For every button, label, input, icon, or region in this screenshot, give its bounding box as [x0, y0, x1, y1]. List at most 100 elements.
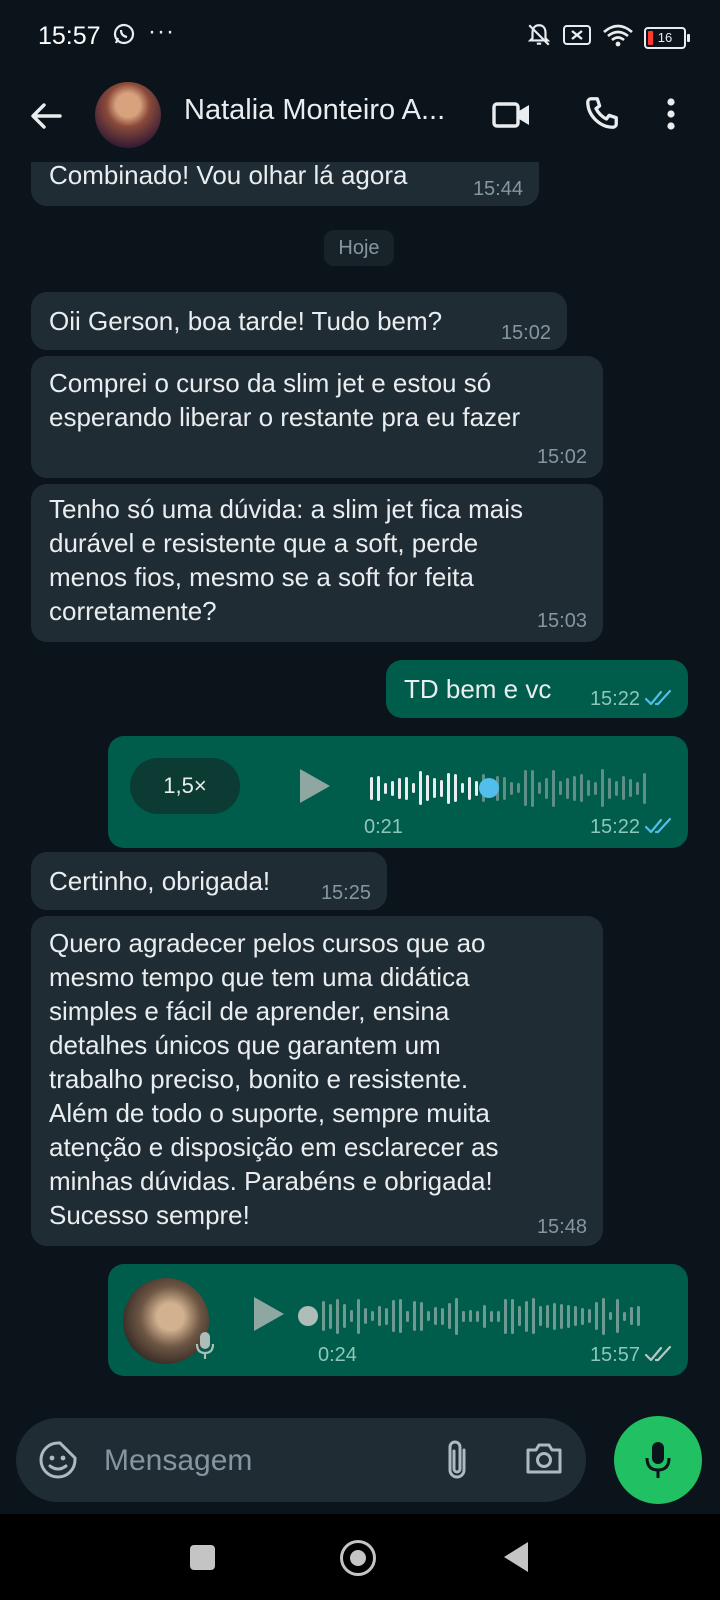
waveform-bar	[609, 1312, 612, 1320]
more-options-icon[interactable]	[665, 94, 677, 139]
message-text-line: Além de todo o suporte, sempre muita	[49, 1098, 490, 1128]
waveform-bar	[364, 1308, 367, 1324]
message-time: 15:25	[320, 882, 371, 904]
video-call-icon[interactable]	[492, 98, 532, 137]
camera-icon[interactable]	[524, 1440, 564, 1481]
system-back-button[interactable]	[504, 1542, 528, 1572]
message-time: 15:57	[589, 1344, 640, 1366]
waveform-bar	[454, 774, 457, 802]
message-text: TD bem e vc	[404, 674, 552, 704]
waveform-bar	[532, 1298, 535, 1334]
audio-progress-knob[interactable]	[298, 1306, 318, 1326]
waveform-bar	[455, 1297, 458, 1335]
message-text-line: simples e fácil de aprender, ensina	[49, 996, 450, 1026]
audio-waveform[interactable]	[322, 1292, 640, 1340]
message-text-line: Sucesso sempre!	[49, 1200, 250, 1230]
waveform-bar	[581, 1307, 584, 1325]
message-incoming[interactable]: Quero agradecer pelos cursos que ao mesm…	[31, 916, 603, 1246]
waveform-bar	[608, 777, 611, 799]
waveform-bar	[615, 780, 618, 796]
mic-icon	[194, 1330, 216, 1365]
waveform-bar	[637, 1306, 640, 1326]
waveform-bar	[587, 780, 590, 796]
waveform-bar	[384, 782, 387, 794]
home-button[interactable]	[340, 1540, 376, 1576]
waveform-bar	[525, 1300, 528, 1332]
waveform-bar	[510, 781, 513, 795]
contact-name[interactable]: Natalia Monteiro A...	[184, 94, 474, 127]
waveform-bar	[441, 1307, 444, 1325]
waveform-bar	[419, 771, 422, 805]
waveform-bar	[476, 1310, 479, 1322]
message-composer	[16, 1418, 586, 1502]
waveform-bar	[426, 775, 429, 801]
sticker-emoji-icon[interactable]	[38, 1440, 78, 1485]
message-outgoing[interactable]: TD bem e vc 15:22	[386, 660, 688, 718]
waveform-bar	[413, 1301, 416, 1331]
message-incoming[interactable]: Oii Gerson, boa tarde! Tudo bem? 15:02	[31, 292, 567, 350]
waveform-bar	[629, 779, 632, 797]
message-incoming[interactable]: Comprei o curso da slim jet e estou só e…	[31, 356, 603, 478]
message-input[interactable]	[102, 1436, 426, 1486]
status-bar: 15:57 ··· 16	[0, 0, 720, 72]
audio-progress-knob[interactable]	[479, 778, 499, 798]
more-notifications-icon: ···	[148, 18, 175, 45]
play-icon[interactable]	[248, 1294, 288, 1339]
waveform-bar	[595, 1302, 598, 1330]
message-text-line: Quero agradecer pelos cursos que ao	[49, 928, 486, 958]
message-text: Certinho, obrigada!	[49, 866, 271, 896]
message-text-line: durável e resistente que a soft, perde	[49, 528, 479, 558]
waveform-bar	[630, 1307, 633, 1325]
waveform-bar	[336, 1298, 339, 1334]
waveform-bar	[567, 1304, 570, 1328]
waveform-bar	[448, 1303, 451, 1329]
waveform-bar	[553, 1302, 556, 1330]
message-incoming[interactable]: Combinado! Vou olhar lá agora 15:44	[31, 162, 539, 206]
waveform-bar	[399, 1299, 402, 1333]
voice-message-outgoing[interactable]: 0:24 15:57	[108, 1264, 688, 1376]
waveform-bar	[524, 770, 527, 806]
waveform-bar	[475, 780, 478, 796]
waveform-bar	[329, 1303, 332, 1329]
message-text-line: trabalho preciso, bonito e resistente.	[49, 1064, 469, 1094]
audio-waveform[interactable]	[370, 764, 646, 812]
message-text: Combinado! Vou olhar lá agora	[49, 162, 408, 190]
waveform-bar	[434, 1307, 437, 1325]
read-ticks-icon	[644, 688, 674, 713]
attach-clip-icon[interactable]	[442, 1438, 472, 1487]
waveform-bar	[546, 1304, 549, 1328]
read-ticks-icon	[644, 816, 674, 841]
system-nav-bar	[0, 1514, 720, 1600]
voice-message-outgoing[interactable]: 1,5× 0:21 15:22	[108, 736, 688, 848]
waveform-bar	[398, 777, 401, 799]
waveform-bar	[357, 1298, 360, 1334]
message-text-line: esperando liberar o restante pra eu faze…	[49, 402, 521, 432]
voice-record-button[interactable]	[614, 1416, 702, 1504]
waveform-bar	[601, 769, 604, 807]
status-time: 15:57	[38, 22, 101, 50]
battery-level: 16	[657, 29, 673, 45]
voice-call-icon[interactable]	[583, 94, 621, 137]
playback-speed-button[interactable]: 1,5×	[130, 758, 240, 814]
audio-duration: 0:21	[364, 816, 403, 838]
waveform-bar	[504, 1298, 507, 1334]
message-text-line: detalhes únicos que garantem um	[49, 1030, 441, 1060]
waveform-bar	[552, 769, 555, 807]
waveform-bar	[427, 1311, 430, 1321]
contact-avatar[interactable]	[95, 82, 161, 148]
waveform-bar	[392, 1300, 395, 1332]
waveform-bar	[588, 1309, 591, 1323]
message-incoming[interactable]: Certinho, obrigada! 15:25	[31, 852, 387, 910]
message-incoming[interactable]: Tenho só uma dúvida: a slim jet fica mai…	[31, 484, 603, 642]
message-text-line: Comprei o curso da slim jet e estou só	[49, 368, 492, 398]
battery-icon: 16	[644, 26, 690, 49]
play-icon[interactable]	[294, 766, 334, 811]
recent-apps-button[interactable]	[190, 1545, 215, 1570]
message-time: 15:03	[536, 610, 587, 632]
waveform-bar	[539, 1306, 542, 1326]
message-text-line: menos fios, mesmo se a soft for feita	[49, 562, 474, 592]
waveform-bar	[405, 776, 408, 800]
chat-area[interactable]: Combinado! Vou olhar lá agora 15:44 Hoje…	[0, 162, 720, 1400]
back-arrow-icon[interactable]	[26, 96, 66, 136]
waveform-bar	[420, 1301, 423, 1331]
